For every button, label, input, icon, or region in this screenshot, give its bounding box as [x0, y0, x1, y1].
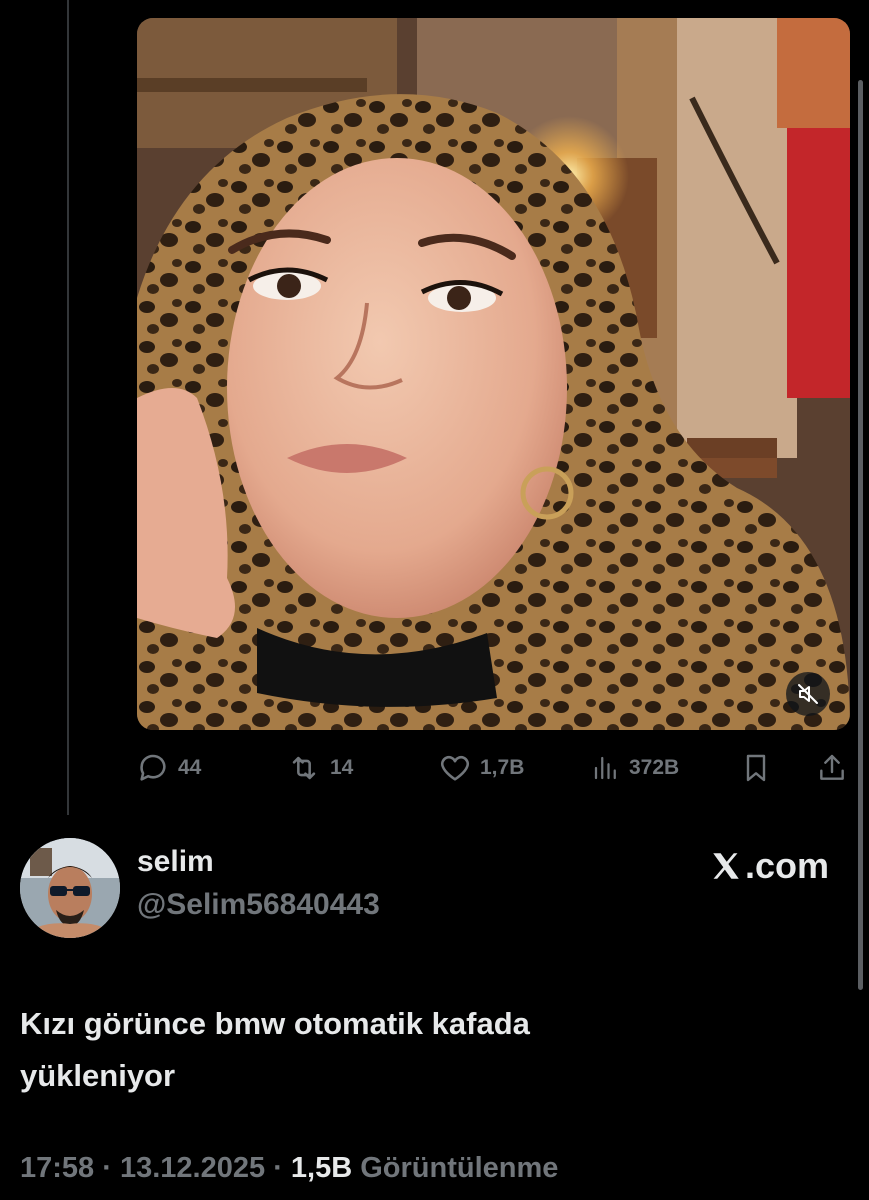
tweet-view-count: 1,5B	[290, 1152, 353, 1184]
tweet-text-line-1: Kızı görünce bmw otomatik kafada	[20, 1006, 530, 1041]
scrollbar[interactable]	[858, 80, 863, 990]
like-count: 1,7B	[480, 756, 525, 779]
tweet-text: Kızı görünce bmw otomatik kafada yükleni…	[20, 998, 840, 1102]
bookmark-button[interactable]	[740, 748, 772, 788]
like-button[interactable]: 1,7B	[438, 748, 524, 788]
video-frame	[137, 18, 850, 730]
meta-separator: ·	[102, 1152, 112, 1184]
mute-button[interactable]	[786, 672, 830, 716]
tweet-video[interactable]	[137, 18, 850, 730]
share-icon	[820, 754, 844, 780]
share-button[interactable]	[816, 748, 848, 788]
repost-icon	[292, 756, 316, 780]
x-com-suffix: .com	[744, 845, 829, 886]
volume-muted-icon	[798, 684, 818, 704]
author-handle[interactable]: @Selim56840443	[137, 888, 380, 922]
avatar[interactable]	[20, 838, 120, 938]
reply-icon	[140, 754, 166, 781]
heart-icon	[441, 755, 469, 781]
reply-button[interactable]: 44	[136, 748, 201, 788]
meta-separator: ·	[273, 1152, 283, 1184]
tweet-meta: 17:58 · 13.12.2025 · 1,5B Görüntülenme	[20, 1152, 558, 1185]
views-button[interactable]: 372B	[591, 748, 679, 788]
views-count: 372B	[629, 756, 680, 779]
analytics-icon	[594, 756, 616, 780]
bookmark-icon	[746, 754, 766, 782]
avatar-photo	[20, 838, 120, 938]
author-display-name[interactable]: selim	[137, 845, 214, 879]
thread-connector-line	[67, 0, 69, 815]
tweet-action-bar: 44 14 1,7B 372B	[136, 748, 856, 788]
repost-count: 14	[330, 756, 354, 779]
reply-count: 44	[178, 756, 202, 779]
tweet-date[interactable]: 13.12.2025	[120, 1152, 265, 1184]
x-logo-icon	[713, 853, 739, 879]
tweet-views-label: Görüntülenme	[360, 1152, 559, 1184]
x-com-watermark: .com	[709, 845, 829, 887]
tweet-text-line-2: yükleniyor	[20, 1058, 176, 1093]
tweet-time[interactable]: 17:58	[20, 1152, 94, 1184]
repost-button[interactable]: 14	[286, 748, 353, 788]
